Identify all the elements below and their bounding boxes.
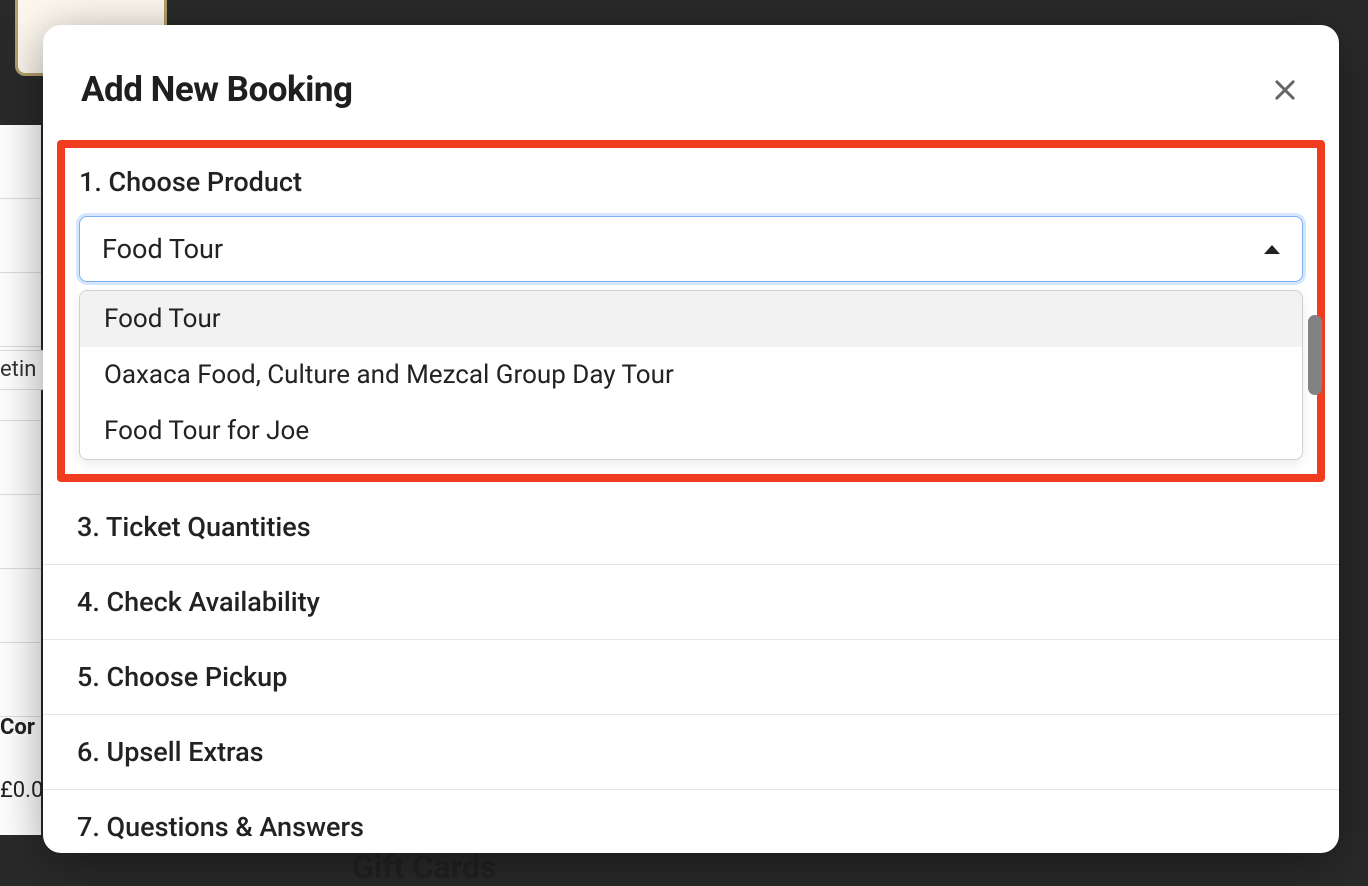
product-dropdown-list: Food Tour Oaxaca Food, Culture and Mezca… <box>79 290 1303 460</box>
step-item-questions-answers[interactable]: 7. Questions & Answers <box>43 790 1339 864</box>
step-item-check-availability[interactable]: 4. Check Availability <box>43 565 1339 640</box>
steps-list: 3. Ticket Quantities 4. Check Availabili… <box>43 490 1339 864</box>
step-item-upsell-extras[interactable]: 6. Upsell Extras <box>43 715 1339 790</box>
product-option[interactable]: Oaxaca Food, Culture and Mezcal Group Da… <box>80 347 1302 403</box>
scrollbar-thumb[interactable] <box>1308 315 1322 395</box>
step-item-choose-pickup[interactable]: 5. Choose Pickup <box>43 640 1339 715</box>
product-option[interactable]: Food Tour for Joe <box>80 403 1302 459</box>
modal-title: Add New Booking <box>81 69 353 110</box>
product-option[interactable]: Food Tour <box>80 291 1302 347</box>
step-1-highlight: 1. Choose Product Food Tour Food Tour Oa… <box>57 140 1325 482</box>
background-text-fragment: etin <box>0 350 45 390</box>
close-icon <box>1271 76 1299 104</box>
product-select-value: Food Tour <box>102 233 223 265</box>
product-select[interactable]: Food Tour <box>79 216 1303 282</box>
step-item-ticket-quantities[interactable]: 3. Ticket Quantities <box>43 490 1339 565</box>
background-text-fragment: Cor <box>0 715 45 740</box>
background-text-fragment: £0.0 <box>0 778 45 803</box>
close-button[interactable] <box>1269 74 1301 106</box>
step-1-label: 1. Choose Product <box>79 166 1303 198</box>
modal-header: Add New Booking <box>43 25 1339 110</box>
caret-up-icon <box>1264 245 1280 254</box>
add-booking-modal: Add New Booking 1. Choose Product Food T… <box>43 25 1339 853</box>
